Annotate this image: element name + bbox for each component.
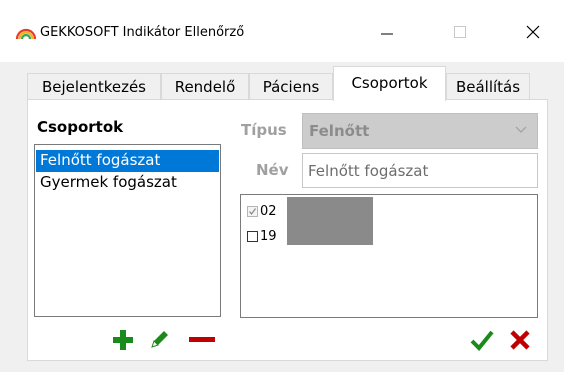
member-label: 19 — [260, 228, 277, 244]
type-select: Felnőtt — [302, 113, 538, 149]
type-select-value: Felnőtt — [309, 122, 370, 140]
minimize-icon — [381, 33, 393, 35]
check-icon — [249, 207, 256, 215]
cancel-button[interactable] — [506, 327, 534, 353]
list-item-felnott-fogaszat[interactable]: Felnőtt fogászat — [36, 150, 219, 172]
pencil-icon — [151, 331, 168, 348]
maximize-button[interactable] — [437, 16, 483, 48]
app-window: GEKKOSOFT Indikátor Ellenőrző Bejelentke… — [0, 0, 564, 372]
list-item-gyermek-fogaszat[interactable]: Gyermek fogászat — [36, 172, 177, 194]
name-label: Név — [256, 161, 289, 179]
member-row[interactable]: 19 — [247, 227, 277, 245]
rainbow-arc-icon — [16, 28, 36, 40]
minimize-button[interactable] — [364, 16, 410, 48]
name-field[interactable]: Felnőtt fogászat — [302, 153, 538, 188]
checkbox-unchecked[interactable] — [247, 230, 258, 242]
member-row[interactable]: 02 — [247, 202, 277, 220]
cross-icon — [510, 330, 530, 350]
chevron-down-icon — [515, 126, 527, 133]
window-title: GEKKOSOFT Indikátor Ellenőrző — [40, 25, 245, 40]
close-icon — [526, 25, 540, 39]
add-group-button[interactable] — [110, 327, 136, 353]
member-label: 02 — [260, 203, 277, 219]
edit-group-button[interactable] — [146, 327, 172, 353]
close-button[interactable] — [510, 16, 556, 48]
tab-rendelo[interactable]: Rendelő — [161, 73, 249, 100]
tab-bejelentkezes[interactable]: Bejelentkezés — [27, 73, 161, 100]
tab-beallitas[interactable]: Beállítás — [446, 73, 530, 100]
tab-csoportok[interactable]: Csoportok — [333, 66, 446, 101]
tab-paciens[interactable]: Páciens — [249, 73, 333, 100]
redaction-block — [287, 197, 373, 245]
checkmark-icon — [470, 330, 494, 351]
name-field-value: Felnőtt fogászat — [308, 162, 429, 180]
groups-list[interactable]: Felnőtt fogászat Gyermek fogászat — [34, 144, 221, 317]
groups-heading: Csoportok — [37, 118, 124, 136]
checkbox-checked[interactable] — [247, 205, 258, 217]
minus-icon — [189, 337, 215, 342]
plus-icon — [113, 330, 133, 350]
title-bar[interactable]: GEKKOSOFT Indikátor Ellenőrző — [0, 0, 564, 62]
type-label: Típus — [241, 121, 287, 139]
delete-group-button[interactable] — [186, 327, 218, 353]
members-checklist[interactable]: 02 19 — [240, 194, 538, 318]
maximize-icon — [454, 26, 466, 38]
confirm-button[interactable] — [468, 327, 496, 353]
